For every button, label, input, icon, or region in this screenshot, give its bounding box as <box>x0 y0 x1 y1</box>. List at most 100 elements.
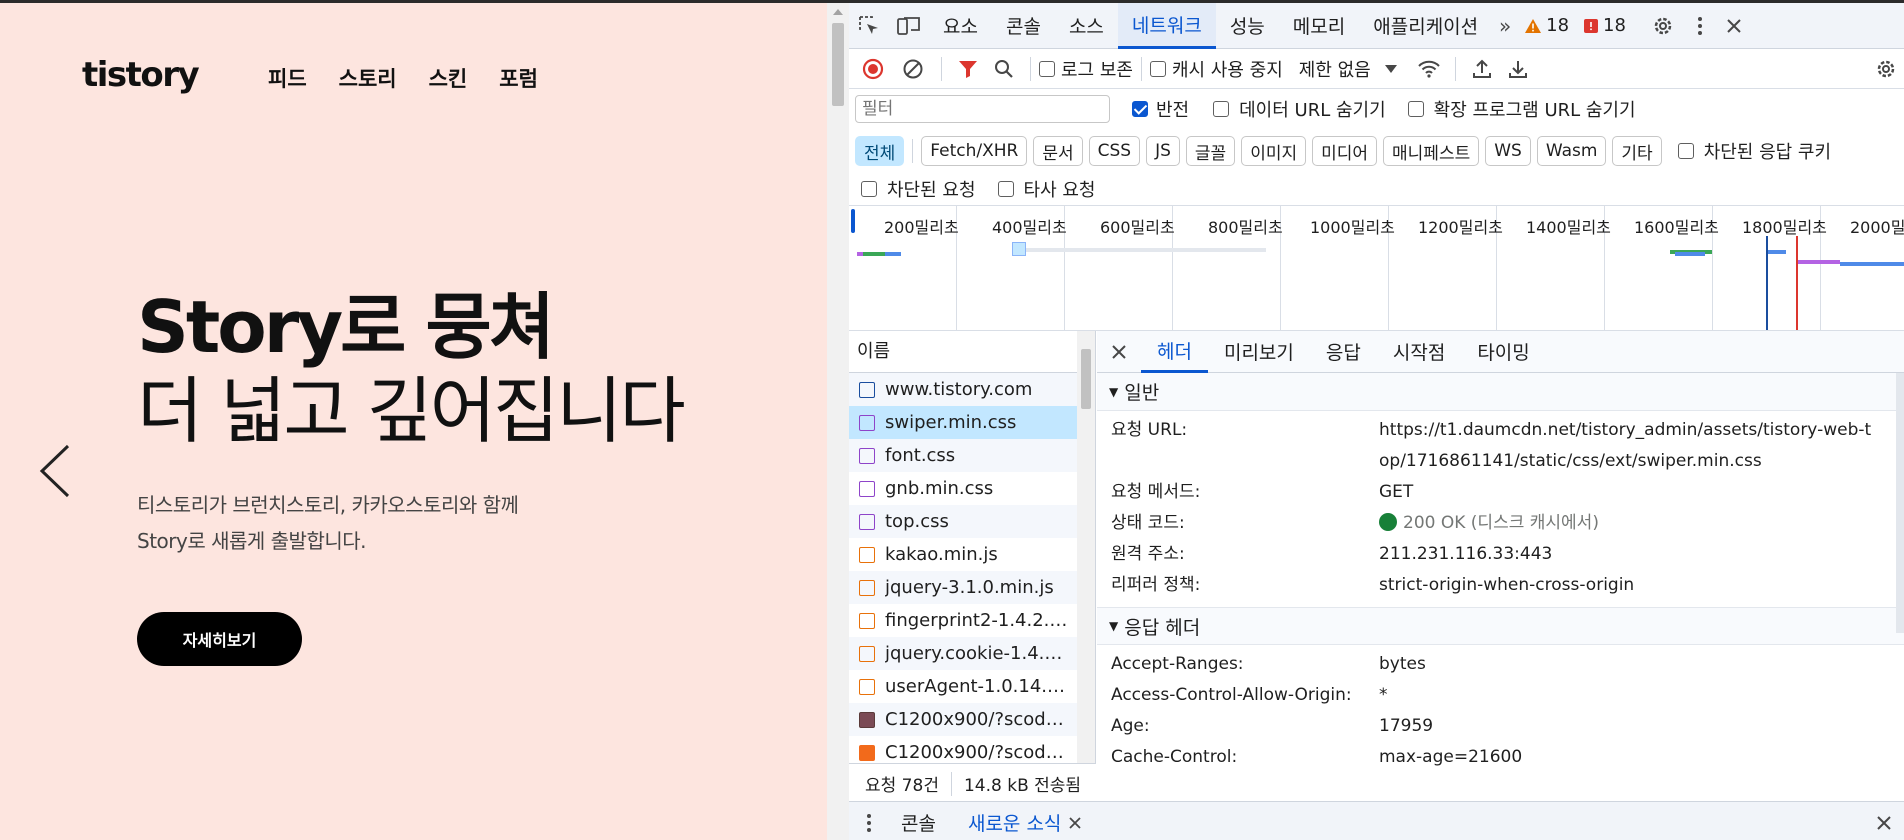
warnings-counter[interactable]: 18 <box>1524 15 1569 36</box>
request-row[interactable]: fingerprint2-1.4.2.mi... <box>849 604 1095 637</box>
tab-preview[interactable]: 미리보기 <box>1208 331 1310 373</box>
request-row[interactable]: C1200x900/?scode=... <box>849 703 1095 736</box>
page-scrollbar-thumb[interactable] <box>832 23 844 106</box>
filter-input[interactable] <box>855 95 1110 123</box>
detail-scrollbar[interactable] <box>1896 373 1904 633</box>
tistory-logo[interactable]: tistory <box>82 55 200 95</box>
tab-headers[interactable]: 헤더 <box>1141 331 1208 373</box>
timeline-label: 200밀리초 <box>884 218 959 237</box>
inspect-element-icon[interactable] <box>849 3 889 49</box>
throttle-dropdown-icon[interactable] <box>1371 64 1411 73</box>
header-value[interactable]: https://t1.daumcdn.net/tistory_admin/ass… <box>1379 415 1879 477</box>
header-value[interactable]: * <box>1379 680 1879 711</box>
request-row[interactable]: jquery-3.1.0.min.js <box>849 571 1095 604</box>
network-overview-timeline[interactable]: 200밀리초 400밀리초 600밀리초 800밀리초 1000밀리초 1200… <box>849 205 1904 331</box>
drawer-tab-whats-new[interactable]: 새로운 소식 <box>956 809 1065 836</box>
errors-counter[interactable]: 18 <box>1583 15 1626 36</box>
settings-gear-icon[interactable] <box>1648 15 1678 37</box>
chip-other[interactable]: 기타 <box>1612 136 1662 166</box>
chip-css[interactable]: CSS <box>1088 136 1141 166</box>
nav-story[interactable]: 스토리 <box>339 63 397 93</box>
page-scrollbar[interactable] <box>827 3 849 840</box>
drawer-tab-console[interactable]: 콘솔 <box>889 809 948 836</box>
blocked-requests-checkbox[interactable] <box>861 181 877 197</box>
header-value[interactable]: 17959 <box>1379 711 1879 742</box>
stop-recording-icon[interactable] <box>853 58 893 80</box>
chip-all[interactable]: 전체 <box>855 136 905 166</box>
request-row[interactable]: userAgent-1.0.14.mi... <box>849 670 1095 703</box>
request-name: gnb.min.css <box>885 478 994 499</box>
device-toolbar-icon[interactable] <box>889 3 929 49</box>
tab-console[interactable]: 콘솔 <box>992 3 1055 49</box>
hide-extension-urls-checkbox[interactable] <box>1407 101 1424 117</box>
chip-wasm[interactable]: Wasm <box>1536 136 1607 166</box>
tab-performance[interactable]: 성능 <box>1216 3 1279 49</box>
chip-ws[interactable]: WS <box>1485 136 1531 166</box>
more-options-icon[interactable] <box>1688 16 1712 36</box>
close-devtools-icon[interactable] <box>1722 18 1746 34</box>
tab-sources[interactable]: 소스 <box>1055 3 1118 49</box>
chip-media[interactable]: 미디어 <box>1312 136 1378 166</box>
search-icon[interactable] <box>986 59 1022 79</box>
tab-application[interactable]: 애플리케이션 <box>1359 3 1492 49</box>
third-party-checkbox[interactable] <box>997 181 1014 197</box>
chip-font[interactable]: 글꼴 <box>1185 136 1236 166</box>
hide-data-urls-checkbox[interactable] <box>1213 101 1230 117</box>
throttle-select[interactable]: 제한 없음 <box>1299 56 1371 82</box>
preserve-log-checkbox[interactable] <box>1039 60 1055 77</box>
more-tabs-icon[interactable]: » <box>1492 14 1518 38</box>
timeline-drag-handle[interactable] <box>851 209 855 233</box>
header-value[interactable]: GET <box>1379 477 1879 508</box>
request-row-selected[interactable]: swiper.min.css <box>849 406 1095 439</box>
filter-icon[interactable] <box>950 59 986 79</box>
tab-elements[interactable]: 요소 <box>929 3 992 49</box>
timeline-label: 2000밀리초 <box>1850 218 1904 237</box>
slide-prev-arrow-icon[interactable] <box>38 443 72 499</box>
import-har-icon[interactable] <box>1464 59 1500 79</box>
disable-cache-checkbox[interactable] <box>1149 60 1166 77</box>
chip-img[interactable]: 이미지 <box>1241 136 1307 166</box>
close-detail-icon[interactable] <box>1097 331 1141 373</box>
request-row[interactable]: top.css <box>849 505 1095 538</box>
tab-response[interactable]: 응답 <box>1310 331 1377 373</box>
clear-icon[interactable] <box>893 58 933 80</box>
general-section-header[interactable]: ▼ 일반 <box>1097 373 1904 411</box>
chip-manifest[interactable]: 매니페스트 <box>1383 136 1480 166</box>
tab-memory[interactable]: 메모리 <box>1279 3 1359 49</box>
chip-fetch-xhr[interactable]: Fetch/XHR <box>921 136 1028 166</box>
invert-checkbox[interactable] <box>1132 101 1148 117</box>
nav-skin[interactable]: 스킨 <box>429 63 468 93</box>
chip-js[interactable]: JS <box>1146 136 1180 166</box>
nav-feed[interactable]: 피드 <box>268 63 307 93</box>
header-value[interactable]: 200 OK (디스크 캐시에서) <box>1379 508 1879 539</box>
nav-forum[interactable]: 포럼 <box>499 63 538 93</box>
close-whats-new-icon[interactable] <box>1065 816 1085 829</box>
network-settings-gear-icon[interactable] <box>1868 58 1904 80</box>
request-row[interactable]: kakao.min.js <box>849 538 1095 571</box>
name-column-header[interactable]: 이름 <box>849 331 1095 373</box>
tab-initiator[interactable]: 시작점 <box>1377 331 1461 373</box>
export-har-icon[interactable] <box>1500 59 1536 79</box>
requests-scrollbar-thumb[interactable] <box>1081 349 1091 409</box>
blocked-cookies-checkbox[interactable] <box>1677 143 1694 159</box>
tab-network[interactable]: 네트워크 <box>1117 3 1216 49</box>
header-value[interactable]: max-age=21600 <box>1379 742 1879 769</box>
request-row[interactable]: font.css <box>849 439 1095 472</box>
scroll-up-arrow-icon[interactable] <box>833 9 843 15</box>
drawer-menu-icon[interactable] <box>849 813 889 833</box>
header-value[interactable]: strict-origin-when-cross-origin <box>1379 570 1879 601</box>
request-row-document[interactable]: www.tistory.com <box>849 373 1095 406</box>
header-value[interactable]: 211.231.116.33:443 <box>1379 539 1879 570</box>
more-button[interactable]: 자세히보기 <box>137 612 302 666</box>
header-row-referrer-policy: 리퍼러 정책: strict-origin-when-cross-origin <box>1097 570 1904 601</box>
requests-scrollbar[interactable] <box>1077 331 1095 763</box>
request-name: swiper.min.css <box>885 412 1017 433</box>
header-value[interactable]: bytes <box>1379 649 1879 680</box>
response-headers-section-header[interactable]: ▼ 응답 헤더 <box>1097 607 1904 645</box>
tab-timing[interactable]: 타이밍 <box>1461 331 1545 373</box>
network-conditions-icon[interactable] <box>1411 59 1447 79</box>
close-drawer-icon[interactable] <box>1864 815 1904 831</box>
chip-doc[interactable]: 문서 <box>1033 136 1083 166</box>
request-row[interactable]: jquery.cookie-1.4.0.... <box>849 637 1095 670</box>
request-row[interactable]: gnb.min.css <box>849 472 1095 505</box>
